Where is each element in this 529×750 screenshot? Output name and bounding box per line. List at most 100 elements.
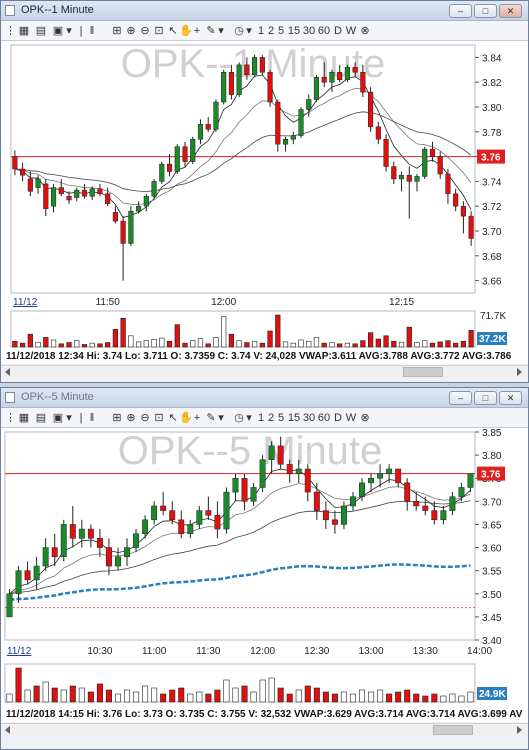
drag-handle-icon[interactable]: ⋮ [5,24,16,38]
separator-icon: | [79,25,83,37]
interval-15[interactable]: 15 [287,24,301,38]
interval-15[interactable]: 15 [287,411,301,425]
chevron-down-icon[interactable]: ▾ [65,24,73,38]
grid-icon[interactable]: ▦ [17,411,31,425]
volume-bar [445,340,451,348]
candle-body [89,188,95,197]
volume-bar [205,343,211,348]
chevron-down-icon[interactable]: ▾ [245,24,253,38]
interval-30[interactable]: 30 [302,411,316,425]
candle-body [190,138,196,162]
grid-icon[interactable]: ▦ [17,24,31,38]
scroll-left-icon[interactable] [5,726,10,734]
y-tick-label: 3.80 [482,451,502,462]
candle-body [468,215,474,239]
chart-area[interactable]: OPK--5 Minute 3.40 3.45 3.50 3.55 3.60 3.65 3.7… [1,428,528,708]
volume-bar [19,342,26,348]
volume-bar [81,344,88,348]
chevron-down-icon[interactable]: ▾ [217,24,225,38]
symbol-link-icon[interactable]: ▤ [33,411,49,425]
chart-window-5min[interactable]: OPK--5 Minute – □ ✕ ⋮ ▦ ▤ ▣ ▾ | ‖ ⊞ ⊕ ⊖ … [0,387,529,750]
interval-weekly[interactable]: W [345,24,357,38]
chart-toolbar: ⋮ ▦ ▤ ▣ ▾ | ‖ ⊞ ⊕ ⊖ ⊡ ↖ ✋ + ✎ ▾ ◷ ▾ 1 2 … [1,21,528,41]
zoom-in-icon[interactable]: ⊕ [125,24,137,38]
interval-1[interactable]: 1 [257,24,265,38]
pause-icon[interactable]: ‖ [87,411,97,425]
zoom-in-icon[interactable]: ⊕ [125,411,137,425]
interval-60[interactable]: 60 [317,411,331,425]
scroll-right-icon[interactable] [517,368,522,376]
clock-icon[interactable]: ◷ [233,411,245,425]
interval-60[interactable]: 60 [317,24,331,38]
interval-2[interactable]: 2 [267,411,275,425]
zoom-fit-icon[interactable]: ⊡ [153,24,165,38]
hand-icon[interactable]: ✋ [179,411,193,425]
scroll-right-icon[interactable] [517,726,522,734]
volume-bar [331,693,338,703]
pen-icon[interactable]: ✎ [205,411,217,425]
symbol-link-icon[interactable]: ▤ [33,24,49,38]
color-icon[interactable]: ▣ [51,411,65,425]
horizontal-scrollbar[interactable] [1,365,528,378]
zoom-out-icon[interactable]: ⊖ [139,24,151,38]
candle-body [197,124,204,140]
maximize-button[interactable]: □ [474,4,497,18]
interval-weekly[interactable]: W [345,411,357,425]
interval-2[interactable]: 2 [267,24,275,38]
volume-bar [340,691,347,703]
drag-handle-icon[interactable]: ⋮ [5,411,16,425]
zoom-fit-icon[interactable]: ⊡ [153,411,165,425]
zoom-out-icon[interactable]: ⊖ [139,411,151,425]
y-tick-label: 3.82 [482,78,502,89]
close-button[interactable]: ✕ [499,4,522,18]
volume-bar [431,693,438,703]
hand-icon[interactable]: ✋ [179,24,193,38]
minimize-button[interactable]: – [449,4,472,18]
cancel-icon[interactable]: ⊗ [359,24,371,38]
interval-daily[interactable]: D [333,411,343,425]
zoom-box-icon[interactable]: ⊞ [111,24,123,38]
candle-body [66,196,72,201]
cancel-icon[interactable]: ⊗ [359,411,371,425]
volume-bar [66,342,72,348]
minimize-button[interactable]: – [449,391,472,405]
horizontal-scrollbar[interactable] [1,723,528,736]
scroll-thumb[interactable] [433,725,473,735]
crosshair-icon[interactable]: + [191,24,203,38]
crosshair-icon[interactable]: + [191,411,203,425]
pause-icon[interactable]: ‖ [87,24,97,38]
color-icon[interactable]: ▣ [51,24,65,38]
candle-body [295,468,302,474]
pointer-icon[interactable]: ↖ [167,411,179,425]
zoom-box-icon[interactable]: ⊞ [111,411,123,425]
interval-5[interactable]: 5 [277,411,285,425]
candle-body [196,510,203,525]
volume-bar [251,340,258,348]
scroll-left-icon[interactable] [5,368,10,376]
title-bar[interactable]: OPK--5 Minute – □ ✕ [1,388,528,408]
chevron-down-icon[interactable]: ▾ [65,411,73,425]
candle-body [221,72,227,103]
volume-bar [337,343,343,348]
scroll-thumb[interactable] [403,367,443,377]
title-bar[interactable]: OPK--1 Minute – □ ✕ [1,1,528,21]
interval-daily[interactable]: D [333,24,343,38]
interval-30[interactable]: 30 [302,24,316,38]
candle-body [298,109,304,136]
chevron-down-icon[interactable]: ▾ [245,411,253,425]
clock-icon[interactable]: ◷ [233,24,245,38]
maximize-button[interactable]: □ [474,391,497,405]
interval-5[interactable]: 5 [277,24,285,38]
price-volume-chart[interactable]: OPK--1 Minute3.663.683.703.723.743.763.7… [1,41,528,354]
candle-body [213,101,219,130]
price-volume-chart[interactable]: OPK--5 Minute3.403.453.503.553.603.653.7… [1,428,528,708]
close-button[interactable]: ✕ [499,391,522,405]
pointer-icon[interactable]: ↖ [167,24,179,38]
chart-window-1min[interactable]: OPK--1 Minute – □ ✕ ⋮ ▦ ▤ ▣ ▾ | ‖ ⊞ ⊕ ⊖ … [0,0,529,383]
volume-bar [391,340,397,348]
interval-1[interactable]: 1 [257,411,265,425]
chart-area[interactable]: OPK--1 Minute3.663.683.703.723.743.763.7… [1,41,528,354]
y-tick-label: 3.66 [482,277,502,288]
chevron-down-icon[interactable]: ▾ [217,411,225,425]
pen-icon[interactable]: ✎ [205,24,217,38]
